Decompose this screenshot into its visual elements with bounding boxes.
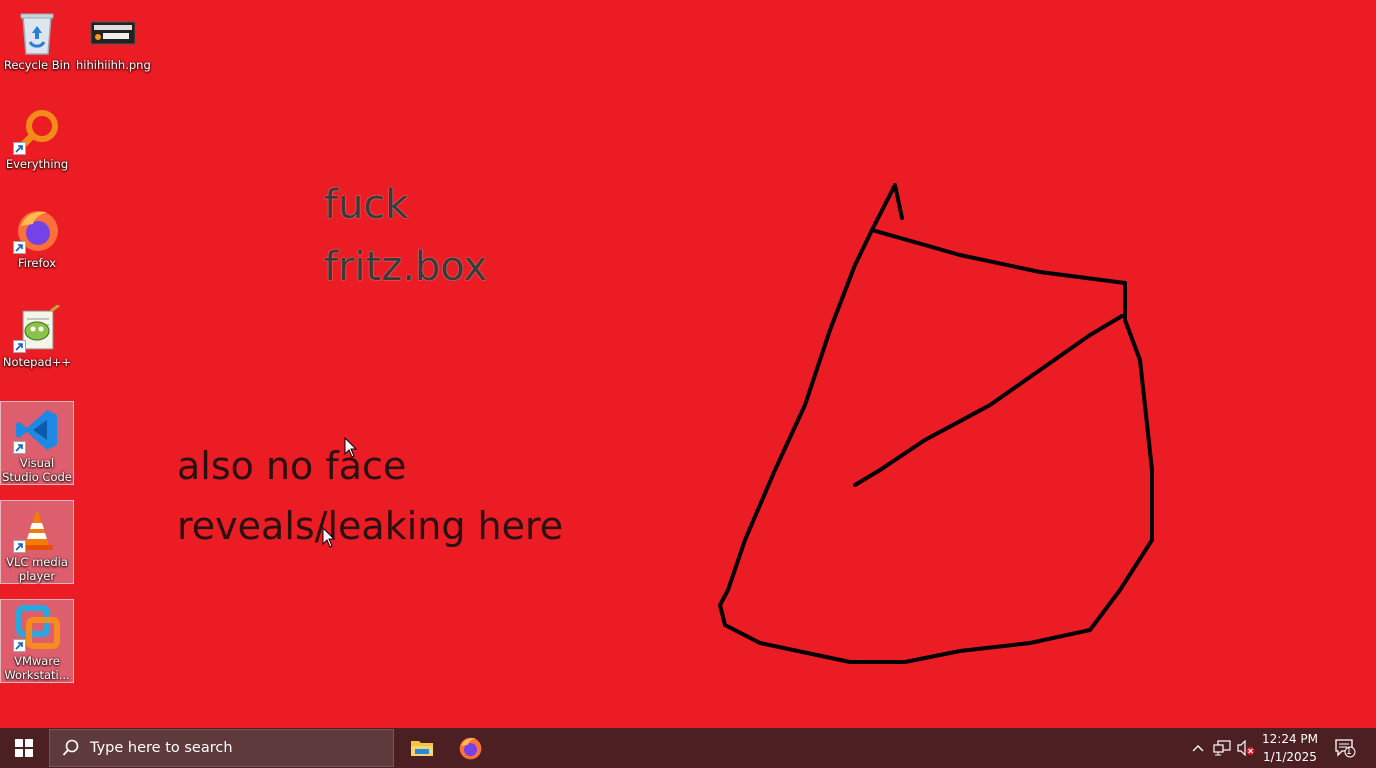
notification-icon — [1335, 739, 1356, 758]
mouse-cursor-icon — [322, 527, 336, 548]
mouse-cursor-icon — [344, 437, 358, 458]
clock-time: 12:24 PM — [1262, 732, 1318, 746]
tray-show-hidden-icons[interactable] — [1188, 728, 1208, 768]
network-icon — [1213, 740, 1231, 756]
taskbar-search-box[interactable]: Type here to search — [49, 729, 394, 767]
start-button[interactable] — [0, 728, 48, 768]
taskbar-clock[interactable]: 12:24 PM 1/1/2025 — [1256, 730, 1324, 766]
tray-network[interactable] — [1210, 728, 1234, 768]
taskbar: Type here to search 12:24 PM 1/1/2025 1 — [0, 728, 1376, 768]
action-center-button[interactable]: 1 — [1326, 728, 1364, 768]
wallpaper-drawing — [718, 183, 1154, 664]
taskbar-firefox[interactable] — [446, 728, 494, 768]
clock-date: 1/1/2025 — [1263, 750, 1317, 764]
chevron-up-icon — [1192, 745, 1204, 752]
volume-muted-icon — [1237, 740, 1255, 756]
desktop: Recycle Bin hihihiihh.png Everything Fir… — [0, 0, 1376, 728]
file-explorer-icon — [411, 741, 433, 756]
notification-count: 1 — [1346, 747, 1352, 757]
search-icon — [62, 739, 79, 756]
taskbar-file-explorer[interactable] — [398, 728, 446, 768]
windows-logo-icon — [15, 739, 33, 757]
search-placeholder: Type here to search — [90, 740, 233, 756]
firefox-icon — [459, 737, 482, 760]
tray-volume[interactable] — [1235, 728, 1257, 768]
